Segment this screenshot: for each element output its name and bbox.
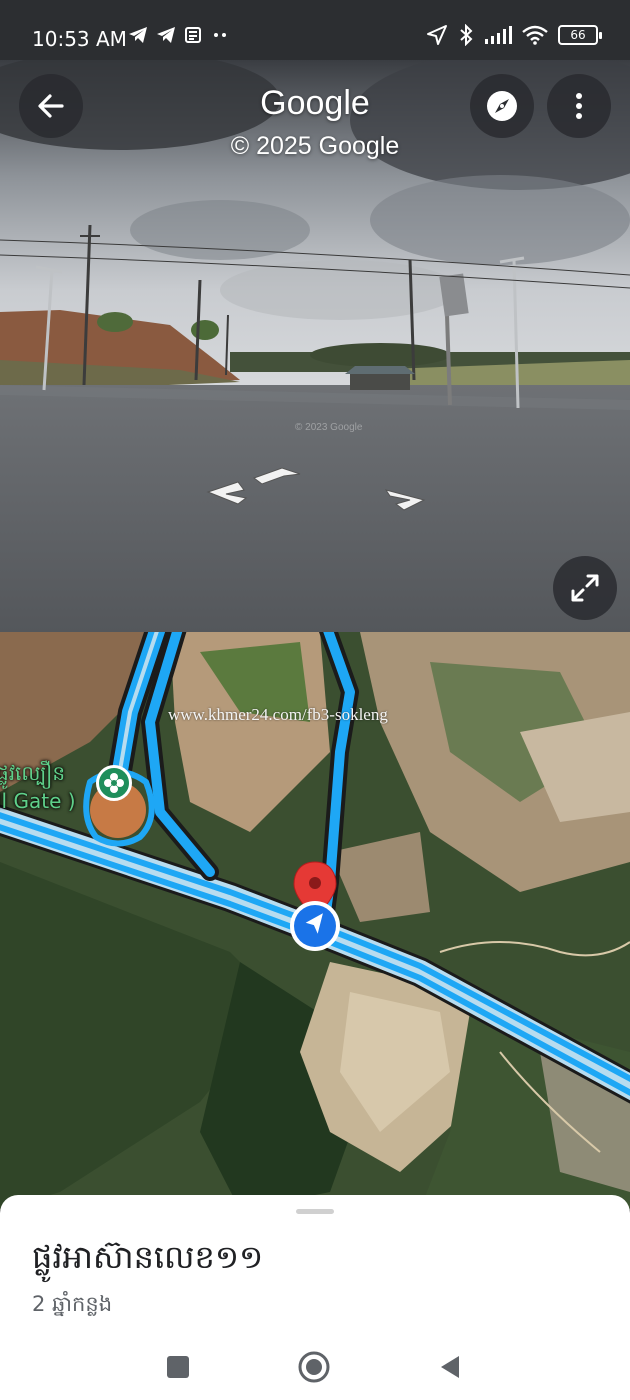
place-subtitle: 2 ឆ្នាំកន្លង [32,1292,113,1316]
status-right-icons: 66 [426,24,602,46]
street-view-title: Google [260,84,370,122]
expand-button[interactable] [553,556,617,620]
battery-level: 66 [570,28,586,42]
more-options-button[interactable] [547,74,611,138]
street-view-panel[interactable]: © 2023 Google Google © 2025 Google [0,60,630,632]
system-nav-bar [0,1335,630,1400]
recent-apps-icon [167,1356,189,1378]
compass-button[interactable] [470,74,534,138]
poi-marker[interactable] [96,765,132,801]
more-dots-icon [214,33,226,37]
navigation-arrow-icon[interactable] [290,901,340,951]
signal-icon [485,26,512,44]
status-left-icons [128,26,230,44]
street-view-copyright: © 2025 Google [230,132,400,160]
system-back-button[interactable] [430,1347,470,1387]
battery-icon: 66 [558,25,602,45]
back-triangle-icon [441,1356,459,1378]
poi-label-line2: ll Gate ) [0,789,76,813]
wifi-icon [522,25,548,45]
telegram-icon [129,27,147,43]
back-button[interactable] [19,74,83,138]
map-panel[interactable]: www.khmer24.com/fb3-sokleng ផ្លូវល្បឿន l… [0,632,630,1210]
bluetooth-icon [460,24,473,46]
news-icon [185,27,201,43]
home-icon [298,1351,330,1383]
place-title: ផ្លូវអាស៊ានលេខ១១ [32,1238,264,1276]
status-time: 10:53 AM [32,27,127,51]
place-bottom-sheet[interactable]: ផ្លូវអាស៊ានលេខ១១ 2 ឆ្នាំកន្លង [0,1195,630,1400]
sheet-drag-handle[interactable] [296,1209,334,1214]
location-arrow-icon [427,25,447,45]
status-bar: 10:53 AM 66 [0,0,630,60]
flower-poi-icon [104,773,124,793]
more-vertical-icon [576,93,582,119]
map-watermark: www.khmer24.com/fb3-sokleng [168,705,388,724]
poi-label[interactable]: ផ្លូវល្បឿន ll Gate ) [0,759,76,815]
compass-icon [487,91,517,121]
poi-label-line1: ផ្លូវល្បឿន [0,761,66,785]
home-button[interactable] [294,1347,334,1387]
recent-apps-button[interactable] [158,1347,198,1387]
image-watermark: © 2023 Google [295,422,363,433]
telegram-icon [157,27,175,43]
expand-icon [571,574,599,602]
back-arrow-icon [38,94,64,118]
